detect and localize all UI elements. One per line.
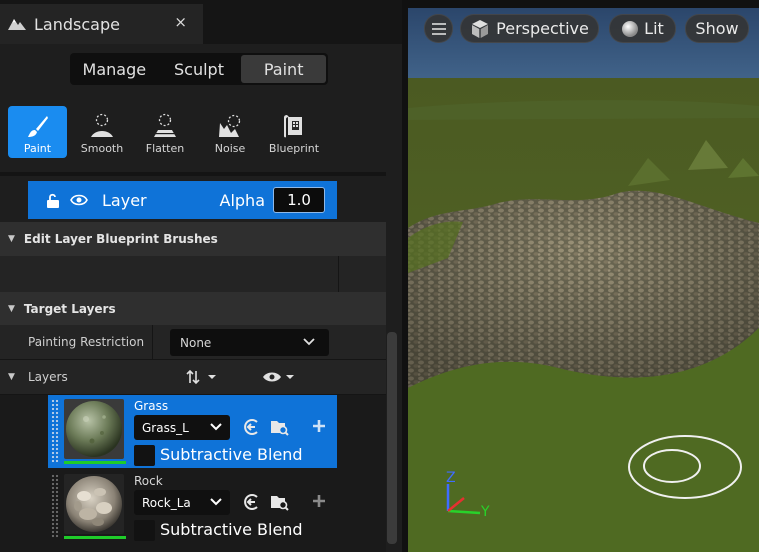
section-target-layers[interactable]: ▼ Target Layers	[0, 292, 386, 326]
tab-title: Landscape	[34, 14, 120, 34]
use-selected-asset-icon[interactable]	[242, 418, 260, 439]
collapse-caret-icon: ▼	[8, 304, 15, 314]
drag-handle[interactable]	[51, 474, 59, 538]
use-selected-asset-icon[interactable]	[242, 493, 260, 514]
lit-button[interactable]: Lit	[609, 14, 676, 43]
chevron-down-icon	[303, 334, 315, 353]
flatten-icon	[154, 113, 176, 137]
mode-selector: Manage Sculpt Paint	[70, 53, 328, 85]
divider	[0, 172, 386, 176]
layer-name: Rock	[134, 474, 163, 488]
visibility-filter-icon[interactable]	[262, 370, 298, 384]
sphere-icon	[622, 20, 639, 37]
tool-paint-button[interactable]: Paint	[8, 106, 67, 158]
landscape-mode-icon	[8, 16, 26, 33]
layer-label: Layer	[102, 190, 147, 210]
section-blueprint-brushes[interactable]: ▼ Edit Layer Blueprint Brushes	[0, 222, 386, 256]
subtractive-blend-checkbox[interactable]	[134, 520, 155, 541]
level-viewport[interactable]: Z Y Perspective Lit Show	[408, 8, 759, 552]
subtractive-blend-label: Subtractive Blend	[160, 520, 303, 539]
panel-scrollbar[interactable]	[387, 332, 397, 544]
blueprint-icon	[284, 115, 302, 138]
tool-label: Noise	[214, 142, 246, 155]
section-title: Target Layers	[23, 302, 116, 316]
chevron-down-icon	[210, 494, 222, 513]
tool-label: Blueprint	[268, 142, 320, 155]
painting-restriction-dropdown[interactable]: None	[170, 329, 329, 356]
layer-item-rock[interactable]: Rock Rock_La Subtractive Blend	[48, 470, 337, 543]
alpha-input[interactable]: 1.0	[273, 187, 325, 213]
tool-smooth-button[interactable]: Smooth	[77, 106, 127, 158]
section-title: Edit Layer Blueprint Brushes	[23, 232, 218, 246]
painting-restriction-label: Painting Restriction	[28, 335, 145, 349]
layer-name: Grass	[134, 399, 169, 413]
axis-z-label: Z	[446, 470, 456, 486]
eye-icon[interactable]	[70, 194, 88, 206]
subtractive-blend-checkbox[interactable]	[134, 445, 155, 466]
show-label: Show	[695, 19, 739, 38]
paint-brush-icon	[27, 116, 48, 137]
layer-info-dropdown[interactable]: Grass_L	[134, 415, 230, 440]
noise-icon	[219, 114, 241, 137]
tool-blueprint-button[interactable]: Blueprint	[264, 106, 324, 158]
mode-manage-button[interactable]: Manage	[72, 55, 157, 83]
plus-icon[interactable]	[312, 494, 326, 511]
layer-usage-bar	[64, 536, 126, 539]
perspective-label: Perspective	[496, 19, 589, 38]
layers-label: Layers	[28, 370, 68, 384]
mode-paint-button[interactable]: Paint	[241, 55, 327, 83]
browse-folder-icon[interactable]	[270, 418, 290, 439]
alpha-label: Alpha	[219, 190, 266, 210]
sort-layers-icon[interactable]	[186, 369, 218, 385]
empty-property-row	[0, 256, 386, 292]
cube-icon	[472, 19, 489, 38]
smooth-icon	[91, 113, 113, 137]
plus-icon[interactable]	[312, 419, 326, 436]
tool-label: Flatten	[145, 142, 185, 155]
mode-sculpt-button[interactable]: Sculpt	[157, 55, 242, 83]
landscape-panel: Landscape × Manage Sculpt Paint Paint Sm…	[0, 0, 402, 552]
hamburger-icon	[431, 22, 446, 35]
dropdown-value: None	[180, 335, 212, 350]
chevron-down-icon	[210, 419, 222, 438]
layer-info-dropdown[interactable]: Rock_La	[134, 490, 230, 515]
layers-header-row[interactable]: ▼ Layers	[0, 360, 386, 395]
grass-thumbnail	[64, 399, 124, 459]
tool-bar: Paint Smooth Flatten Noise Blueprint	[0, 100, 402, 164]
dropdown-value: Grass_L	[142, 420, 189, 435]
tool-flatten-button[interactable]: Flatten	[142, 106, 188, 158]
layer-item-grass[interactable]: Grass Grass_L Subtractive Blend	[48, 395, 337, 468]
tab-landscape[interactable]: Landscape ×	[0, 4, 203, 44]
tab-bar: Landscape ×	[0, 0, 402, 44]
close-icon[interactable]: ×	[174, 13, 187, 31]
rock-thumbnail	[64, 474, 124, 534]
lit-label: Lit	[644, 19, 664, 38]
axis-y-label: Y	[481, 504, 490, 520]
unlock-icon[interactable]	[46, 193, 60, 208]
tool-label: Paint	[23, 142, 52, 155]
edit-layer-row[interactable]: Layer Alpha 1.0	[28, 181, 337, 219]
tool-noise-button[interactable]: Noise	[208, 106, 252, 158]
drag-handle[interactable]	[51, 399, 59, 463]
perspective-button[interactable]: Perspective	[460, 14, 599, 43]
show-button[interactable]: Show	[685, 14, 749, 43]
subtractive-blend-label: Subtractive Blend	[160, 445, 303, 464]
viewport-menu-button[interactable]	[424, 14, 453, 43]
dropdown-value: Rock_La	[142, 495, 191, 510]
layer-usage-bar	[64, 461, 126, 464]
browse-folder-icon[interactable]	[270, 493, 290, 514]
landscape-scene	[408, 8, 759, 552]
collapse-caret-icon: ▼	[8, 234, 15, 244]
layer-list: Grass Grass_L Subtractive Blend Rock Roc…	[0, 395, 386, 552]
tool-label: Smooth	[80, 142, 124, 155]
painting-restriction-row: Painting Restriction None	[0, 325, 386, 360]
collapse-caret-icon: ▼	[8, 372, 15, 382]
